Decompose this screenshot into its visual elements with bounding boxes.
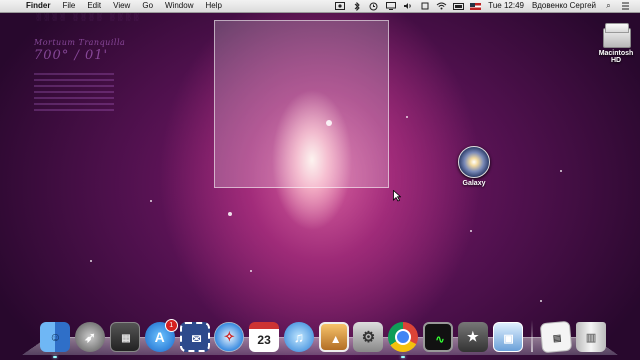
chrome-icon[interactable]	[388, 322, 419, 358]
menu-help[interactable]: Help	[199, 0, 227, 12]
menu-window[interactable]: Window	[159, 0, 199, 12]
star	[90, 260, 92, 262]
galaxy-label: Galaxy	[462, 180, 486, 187]
finder-icon[interactable]: ☺	[40, 322, 71, 358]
star	[406, 116, 408, 118]
app-store-badge: 1	[164, 319, 178, 332]
running-indicator	[401, 356, 406, 358]
dashboard-icon[interactable]: ▦	[109, 322, 140, 352]
macintosh-hd-label-line1: Macintosh	[598, 50, 634, 57]
galaxy-desktop-icon[interactable]: Galaxy	[454, 146, 494, 187]
input-language-flag-icon[interactable]	[470, 2, 482, 10]
ical-icon[interactable]: 23	[249, 322, 280, 352]
activity-monitor-icon[interactable]: ∿	[422, 322, 453, 352]
menu-extras: Tue 12:49 Вдовенко Сергей ⌕	[331, 0, 640, 12]
imovie-icon[interactable]: ★	[457, 322, 488, 352]
menu-clock[interactable]: Tue 12:49	[488, 0, 524, 12]
wallpaper-lines	[34, 73, 114, 111]
app-store-icon[interactable]: A 1	[144, 319, 178, 352]
menu-finder[interactable]: Finder	[20, 0, 56, 12]
itunes-icon[interactable]: ♫	[283, 322, 314, 352]
time-machine-icon[interactable]	[368, 2, 379, 10]
dock: ☺ ➶ ▦ A 1 ✉ ✧ 23 ♫ ▲ ⚙ ∿ ★ ▣ ▤ ▥	[38, 312, 609, 358]
star	[228, 212, 232, 216]
trash-icon[interactable]: ▥	[576, 322, 607, 352]
star	[560, 170, 562, 172]
menu-edit[interactable]: Edit	[81, 0, 107, 12]
dock-separator	[530, 320, 533, 352]
menu-file[interactable]: File	[56, 0, 81, 12]
volume-icon[interactable]	[402, 2, 413, 10]
preview-icon[interactable]: ▣	[492, 322, 523, 352]
wallpaper-coords: 700° / 01'	[34, 48, 109, 63]
star	[150, 200, 152, 202]
system-preferences-icon[interactable]: ⚙	[353, 322, 384, 352]
menu-bar: Finder File Edit View Go Window Help Tue	[0, 0, 640, 13]
star	[250, 270, 252, 272]
iphoto-icon[interactable]: ▲	[318, 322, 349, 352]
bluetooth-icon[interactable]	[351, 1, 362, 11]
bluetooth-status-icon[interactable]	[419, 2, 430, 10]
wallpaper-overlay-text: Mortuum Tranquilla 700° / 01'	[34, 38, 125, 115]
wallpaper-title: Mortuum Tranquilla	[34, 38, 126, 47]
safari-icon[interactable]: ✧	[214, 322, 245, 352]
documents-stack-icon[interactable]: ▤	[540, 320, 573, 354]
star	[470, 230, 472, 232]
hard-drive-icon	[601, 22, 631, 48]
fast-user-switch[interactable]: Вдовенко Сергей	[532, 0, 596, 12]
spotlight-search-icon[interactable]: ⌕	[603, 1, 614, 10]
mail-stamp-icon[interactable]: ✉	[179, 322, 210, 352]
battery-icon[interactable]	[453, 2, 465, 10]
wallpaper-decoration: ░░░░ ░░░░ ░░░░	[36, 14, 142, 21]
display-icon[interactable]	[385, 2, 396, 10]
selection-rectangle	[214, 20, 389, 188]
menu-go[interactable]: Go	[136, 0, 159, 12]
notification-center-icon[interactable]	[620, 2, 631, 10]
launchpad-icon[interactable]: ➶	[75, 322, 106, 352]
macintosh-hd-icon[interactable]: Macintosh HD	[596, 22, 636, 64]
galaxy-icon	[458, 146, 490, 178]
star	[540, 300, 542, 302]
wifi-icon[interactable]	[436, 2, 447, 10]
ical-day-number: 23	[257, 333, 271, 347]
menu-view[interactable]: View	[107, 0, 136, 12]
screen-record-icon[interactable]	[334, 2, 345, 10]
macintosh-hd-label-line2: HD	[610, 57, 622, 64]
